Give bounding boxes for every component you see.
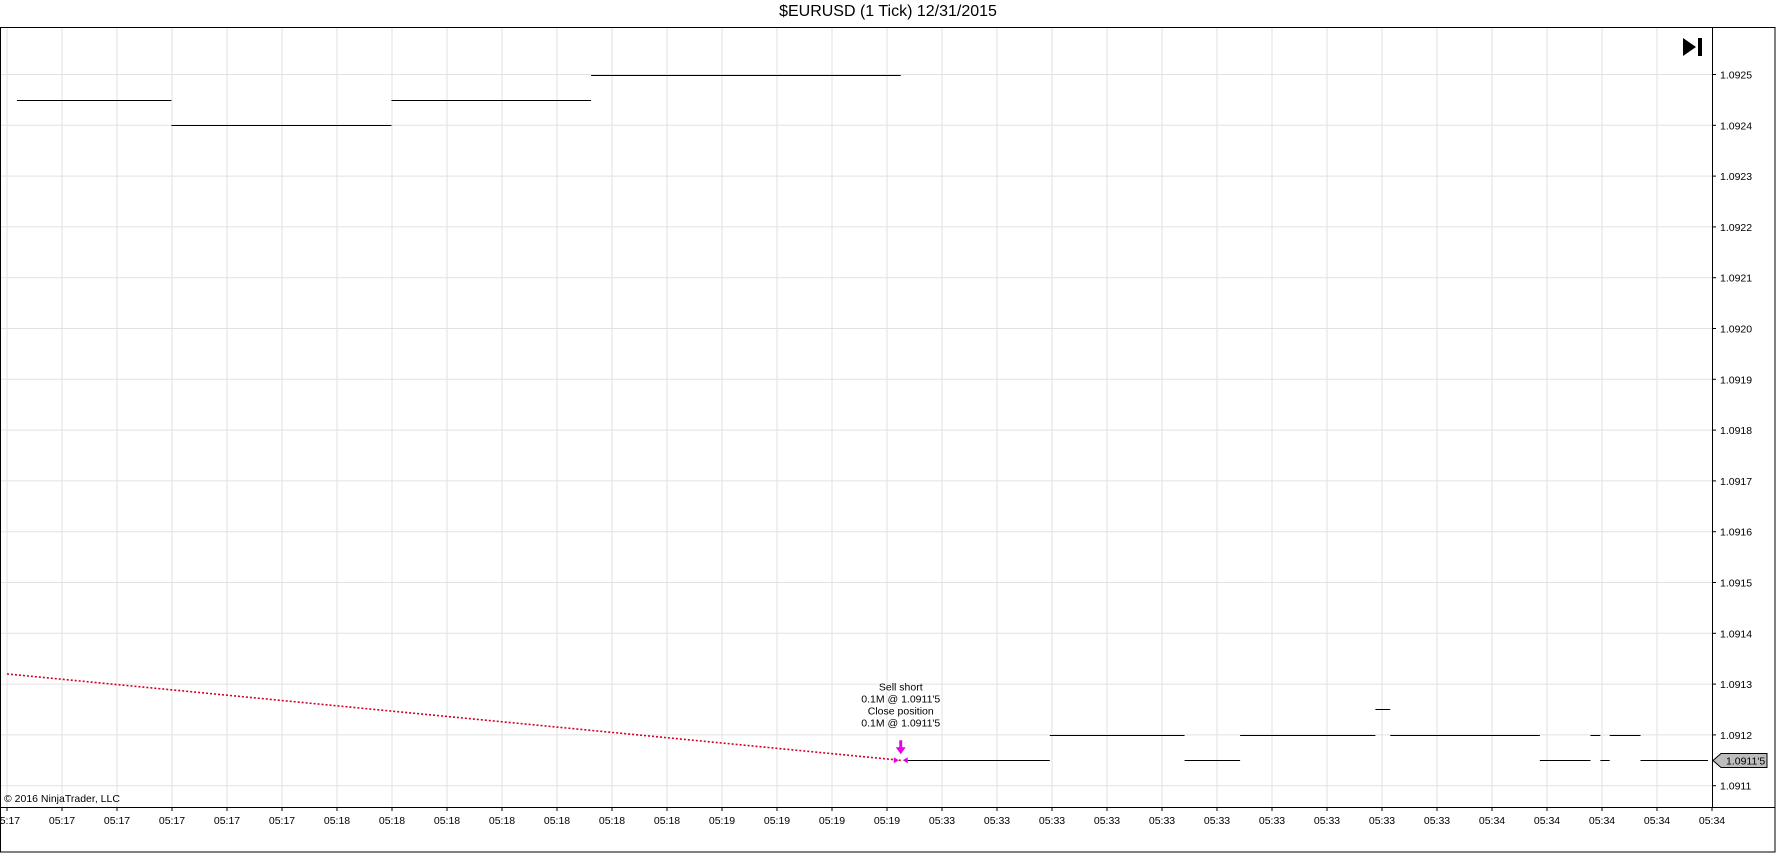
end-bar: [1698, 38, 1702, 56]
y-tick-label: 1.0923: [1720, 171, 1752, 183]
x-tick-label: 05:17: [159, 815, 185, 827]
x-tick-label: 05:33: [1039, 815, 1065, 827]
execution-label: Sell short: [879, 681, 923, 693]
y-tick-label: 1.0919: [1720, 374, 1752, 386]
x-tick-label: 05:19: [709, 815, 735, 827]
execution-layer: Sell short0.1M @ 1.0911'5Close position0…: [861, 681, 940, 764]
trade-line-layer: [6, 673, 901, 762]
x-tick-label: 05:33: [1369, 815, 1395, 827]
y-tick-label: 1.0917: [1720, 476, 1752, 488]
y-tick-label: 1.0920: [1720, 324, 1752, 336]
x-tick-label: 05:33: [1259, 815, 1285, 827]
x-tick-label: 05:18: [379, 815, 405, 827]
x-tick-label: 05:18: [599, 815, 625, 827]
x-tick-label: 05:33: [929, 815, 955, 827]
x-tick-label: 05:34: [1534, 815, 1560, 827]
x-tick-label: 05:19: [764, 815, 790, 827]
x-tick-label: 05:17: [49, 815, 75, 827]
x-tick-label: 05:18: [544, 815, 570, 827]
copyright-text: © 2016 NinjaTrader, LLC: [4, 793, 120, 805]
fill-marker-left: [893, 757, 899, 764]
x-tick-label: 05:17: [214, 815, 240, 827]
x-tick-label: 05:33: [1094, 815, 1120, 827]
x-tick-label: 05:18: [489, 815, 515, 827]
trade-line: [6, 673, 901, 762]
x-tick-label: 05:34: [1589, 815, 1615, 827]
x-tick-label: 05:34: [1644, 815, 1670, 827]
x-tick-label: 05:17: [269, 815, 295, 827]
y-tick-label: 1.0924: [1720, 120, 1752, 132]
y-tick-label: 1.0921: [1720, 273, 1752, 285]
x-tick-label: 05:17: [0, 815, 20, 827]
y-tick-label: 1.0922: [1720, 222, 1752, 234]
last-price-label: 1.0911'5: [1726, 756, 1765, 768]
fill-marker-right: [902, 757, 908, 764]
scroll-to-end-button[interactable]: [1683, 38, 1702, 56]
y-tick-label: 1.0913: [1720, 679, 1752, 691]
x-tick-label: 05:19: [819, 815, 845, 827]
x-tick-label: 05:19: [874, 815, 900, 827]
y-tick-label: 1.0914: [1720, 628, 1752, 640]
execution-label: 0.1M @ 1.0911'5: [861, 717, 940, 729]
y-tick-label: 1.0911: [1720, 781, 1751, 793]
x-tick-label: 05:34: [1699, 815, 1725, 827]
play-triangle: [1683, 38, 1696, 56]
y-tick-label: 1.0925: [1720, 70, 1752, 82]
x-tick-label: 05:18: [324, 815, 350, 827]
x-tick-label: 05:33: [1204, 815, 1230, 827]
x-tick-label: 05:18: [434, 815, 460, 827]
price-series: [16, 75, 1708, 761]
x-tick-label: 05:33: [1149, 815, 1175, 827]
price-chart[interactable]: Sell short0.1M @ 1.0911'5Close position0…: [0, 0, 1776, 854]
execution-arrow-head: [895, 747, 906, 755]
x-tick-label: 05:17: [104, 815, 130, 827]
y-tick-label: 1.0912: [1720, 730, 1752, 742]
skip-to-end-icon: [1683, 38, 1702, 56]
grid: [1, 28, 1712, 807]
y-tick-label: 1.0916: [1720, 527, 1752, 539]
x-tick-label: 05:18: [654, 815, 680, 827]
y-tick-label: 1.0915: [1720, 578, 1752, 590]
execution-label: Close position: [868, 705, 934, 717]
execution-arrow-shaft: [899, 740, 903, 749]
x-tick-label: 05:33: [1424, 815, 1450, 827]
x-tick-label: 05:33: [1314, 815, 1340, 827]
y-tick-label: 1.0918: [1720, 425, 1752, 437]
x-tick-label: 05:33: [984, 815, 1010, 827]
execution-label: 0.1M @ 1.0911'5: [861, 693, 940, 705]
x-tick-label: 05:34: [1479, 815, 1505, 827]
